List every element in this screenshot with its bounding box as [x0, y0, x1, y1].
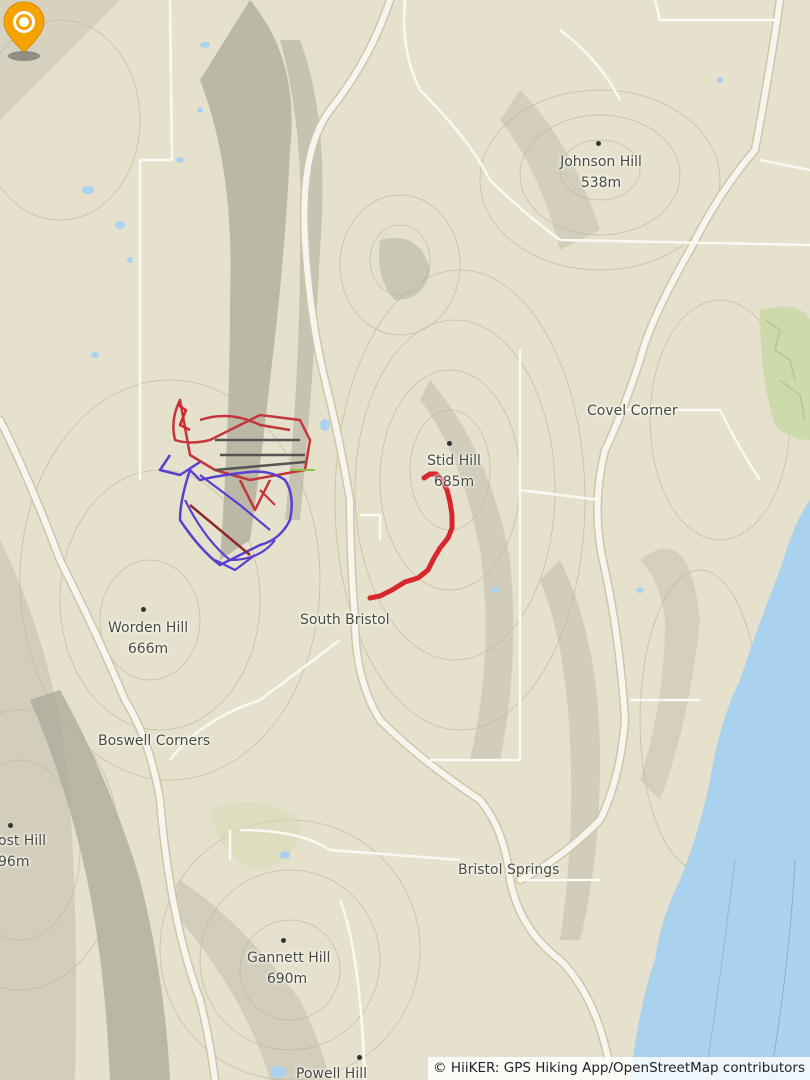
johnson-hill-label: Johnson Hill 538m	[560, 154, 642, 191]
map-pin-icon[interactable]	[0, 0, 48, 66]
bristol-springs-label: Bristol Springs	[458, 862, 560, 878]
map-view[interactable]: Johnson Hill 538m Covel Corner Stid Hill…	[0, 0, 810, 1080]
worden-hill-label: Worden Hill 666m	[108, 620, 189, 657]
boswell-corners-label: Boswell Corners	[98, 733, 211, 749]
powell-hill-label: Powell Hill	[296, 1066, 367, 1080]
frost-hill-label: ost Hill 96m	[0, 833, 46, 870]
map-attribution[interactable]: © HiiKER: GPS Hiking App/OpenStreetMap c…	[428, 1057, 810, 1080]
worden-hill-peak-marker	[141, 607, 146, 612]
frost-hill-peak-marker	[8, 823, 13, 828]
south-bristol-label: South Bristol	[300, 612, 390, 628]
stid-hill-label: Stid Hill 685m	[427, 453, 481, 490]
stid-hill-peak-marker	[447, 441, 452, 446]
covel-corner-label: Covel Corner	[587, 403, 678, 419]
gannett-hill-peak-marker	[281, 938, 286, 943]
map-canvas[interactable]	[0, 0, 810, 1080]
gannett-hill-label: Gannett Hill 690m	[247, 950, 331, 987]
powell-hill-peak-marker	[357, 1055, 362, 1060]
johnson-hill-peak-marker	[596, 141, 601, 146]
